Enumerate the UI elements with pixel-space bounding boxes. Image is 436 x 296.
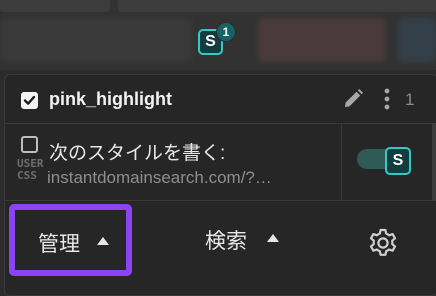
blurred-toolbar-area [0, 18, 192, 62]
manage-button[interactable]: 管理 [9, 204, 132, 276]
search-button[interactable]: 検索 [193, 221, 293, 261]
manage-label: 管理 [38, 233, 80, 256]
caret-up-icon [267, 234, 279, 242]
stylus-s-icon: S [385, 147, 411, 175]
write-style-url[interactable]: instantdomainsearch.com/?… [47, 168, 272, 188]
more-menu-icon[interactable] [383, 87, 391, 111]
stylus-popup: pink_highlight 1 USER CSS 次のスタイルを書く: inst… [4, 74, 436, 296]
usercss-icon: USER CSS [17, 157, 44, 182]
extension-badge: 1 [216, 22, 236, 42]
search-label: 検索 [205, 230, 247, 253]
popup-footer: 管理 検索 [5, 201, 436, 295]
caret-up-icon [97, 237, 109, 245]
toolbar-segment [0, 0, 110, 12]
style-name[interactable]: pink_highlight [49, 89, 172, 110]
checkmark-icon [23, 95, 36, 105]
toolbar-segment [118, 0, 436, 12]
pencil-icon[interactable] [341, 87, 365, 111]
installed-style-row[interactable]: pink_highlight 1 [5, 75, 436, 124]
write-style-label[interactable]: 次のスタイルを書く: [49, 138, 225, 165]
stylus-extension-button[interactable]: S 1 [196, 22, 236, 56]
blurred-extension-icon [258, 18, 386, 62]
write-style-checkbox[interactable] [21, 136, 38, 153]
style-count: 1 [405, 90, 415, 109]
divider [341, 124, 342, 200]
blurred-extension-icon [398, 18, 436, 62]
gear-icon[interactable] [367, 227, 399, 259]
write-new-style-row[interactable]: USER CSS 次のスタイルを書く: instantdomainsearch.c… [5, 124, 436, 201]
browser-toolbar: S 1 [0, 0, 436, 70]
scrollbar[interactable] [432, 123, 436, 201]
style-enabled-checkbox[interactable] [21, 92, 38, 109]
